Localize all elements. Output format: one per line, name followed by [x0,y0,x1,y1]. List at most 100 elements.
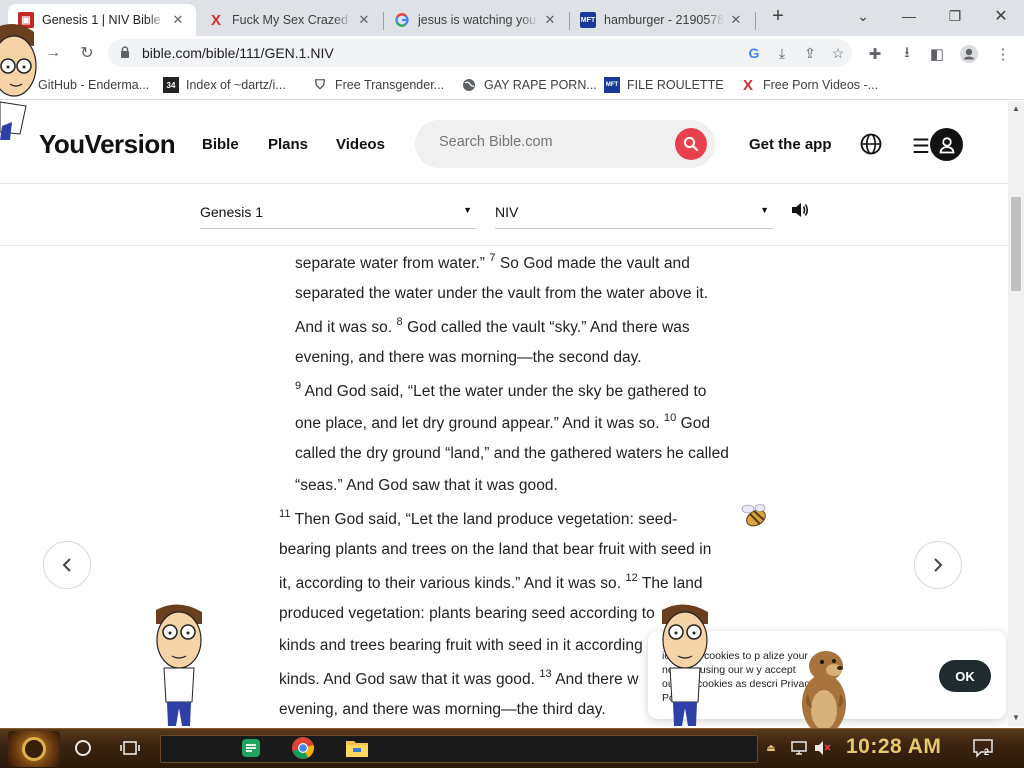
notification-center-icon[interactable]: 2 [970,735,996,761]
tab-3[interactable]: jesus is watching you ✕ [384,4,568,36]
extensions-puzzle-icon[interactable]: ✚ [862,41,888,67]
bookmark-label: Index of ~dartz/i... [186,78,286,92]
tray-overflow-icon[interactable]: ⏏ [763,735,779,761]
language-globe-icon[interactable] [859,132,883,156]
search-button[interactable] [675,128,707,160]
audio-speaker-icon[interactable] [790,201,810,224]
verse-line: kinds and trees bearing fruit with seed … [279,637,643,655]
start-orb-icon [22,737,46,761]
new-tab-button[interactable]: + [764,0,792,32]
nav-videos[interactable]: Videos [336,136,385,153]
caret-down-icon: ▼ [463,205,472,215]
verse-text-segment: called the dry ground “land,” and the ga… [295,445,729,462]
start-button[interactable] [8,731,60,767]
bookmark-label: GAY RAPE PORN... [484,78,597,92]
bookmark-star-icon[interactable]: ☆ [824,39,852,67]
file-explorer-icon[interactable] [344,735,370,761]
downloads-icon[interactable]: ⭳ [894,41,920,67]
x-red-icon: X [742,76,753,94]
close-window-button[interactable]: ✕ [978,0,1024,32]
browser-menu-icon[interactable]: ⋮ [990,41,1016,67]
verse-text-segment: kinds and trees bearing fruit with seed … [279,637,643,654]
chevron-right-icon [934,558,943,572]
bookmark-item[interactable]: 34 Index of ~dartz/i... [163,76,286,94]
mft-icon: MFT [604,77,620,93]
restore-button[interactable]: ❐ [932,0,978,32]
verse-line: separate water from water.” 7 So God mad… [295,252,690,273]
verse-line: separated the water under the vault from… [295,285,708,303]
caret-down-icon: ▼ [760,205,769,215]
bookmark-item[interactable]: X Free Porn Videos -... [740,76,878,94]
taskbar-clock[interactable]: 10:28 AM [846,735,941,759]
bookmark-item[interactable]: MFT FILE ROULETTE [604,76,724,94]
tab-2[interactable]: X Fuck My Sex Crazed ✕ [198,4,382,36]
bookmark-item[interactable]: GAY RAPE PORN... [461,76,597,94]
chapter-select-value: Genesis 1 [200,204,264,220]
tab-close-icon[interactable]: ✕ [728,12,744,28]
minimize-button[interactable]: — [886,0,932,32]
nav-bible[interactable]: Bible [202,136,239,153]
forward-icon[interactable]: → [40,40,66,66]
tab-search-chevron-icon[interactable]: ⌄ [840,0,886,32]
bookmark-item[interactable]: GitHub - Enderma... [38,76,149,94]
browser-tab-strip: ▣ Genesis 1 | NIV Bible ✕ X Fuck My Sex … [0,0,1024,36]
next-chapter-button[interactable] [914,541,962,589]
verse-number: 7 [489,252,496,264]
version-select[interactable]: NIV ▼ [495,201,773,229]
web-page: YouVersion Bible Plans Videos Get the ap… [0,101,1008,726]
install-app-icon[interactable]: ⤓ [768,39,796,67]
scroll-down-icon[interactable]: ▼ [1012,713,1020,722]
get-the-app-link[interactable]: Get the app [749,136,832,153]
reload-icon[interactable]: ↻ [74,40,100,66]
browser-toolbar: → ↻ bible.com/bible/111/GEN.1.NIV G ⤓ ⇪ … [0,36,1024,70]
nav-plans[interactable]: Plans [268,136,308,153]
hamburger-menu-icon[interactable]: ☰ [912,134,930,159]
user-icon [939,136,954,153]
cookie-line: nce. By using our w y accept [662,664,796,676]
yugioh-icon: 34 [163,77,179,93]
tab-title: jesus is watching you [418,13,537,27]
bookmark-label: Free Porn Videos -... [763,78,879,92]
verse-text-segment: one place, and let dry ground appear.” A… [295,415,664,433]
verse-text-segment: evening, and there was morning—the third… [279,701,606,718]
site-header: YouVersion Bible Plans Videos Get the ap… [0,101,1008,184]
user-avatar-button[interactable] [930,128,963,161]
verse-text-segment: separate water from water.” [295,255,490,273]
page-scrollbar[interactable]: ▲ ▼ [1008,101,1024,726]
tab-close-icon[interactable]: ✕ [170,12,186,28]
verse-text-segment: separated the water under the vault from… [295,285,709,302]
scroll-up-icon[interactable]: ▲ [1012,104,1020,113]
version-select-value: NIV [495,204,519,220]
search-input[interactable] [439,134,669,150]
cookie-line: ion uses cookies to p alize your [662,650,808,662]
sheets-app-icon[interactable] [238,735,264,761]
profile-avatar-icon[interactable] [956,41,982,67]
chevron-left-icon [62,558,71,572]
cookie-line: ou e of cookies as descri Privacy [662,678,815,690]
bookmark-label: FILE ROULETTE [627,78,724,92]
volume-muted-icon[interactable] [810,735,836,761]
tab-4[interactable]: MFT hamburger - 2190578 ✕ [570,4,754,36]
network-icon[interactable] [786,735,812,761]
chrome-app-icon[interactable] [290,735,316,761]
youversion-logo[interactable]: YouVersion [39,129,176,160]
bible-icon: ▣ [18,12,34,28]
google-icon [394,12,410,28]
address-bar[interactable]: bible.com/bible/111/GEN.1.NIV G ⤓ ⇪ ☆ [108,39,852,67]
tab-close-icon[interactable]: ✕ [356,12,372,28]
google-translate-icon[interactable]: G [740,39,768,67]
chapter-select[interactable]: Genesis 1 ▼ [200,201,476,229]
share-icon[interactable]: ⇪ [796,39,824,67]
previous-chapter-button[interactable] [43,541,91,589]
verse-number: 11 [279,508,291,520]
cortana-search-icon[interactable] [70,735,96,761]
cookie-ok-button[interactable]: OK [939,660,991,692]
tab-genesis[interactable]: ▣ Genesis 1 | NIV Bible ✕ [8,4,196,36]
bookmark-item[interactable]: ⛉ Free Transgender... [312,76,444,94]
scroll-thumb[interactable] [1011,197,1021,291]
verse-number: 12 [625,572,638,584]
tab-close-icon[interactable]: ✕ [542,12,558,28]
side-panel-icon[interactable]: ◧ [924,41,950,67]
url-text: bible.com/bible/111/GEN.1.NIV [142,45,334,61]
task-view-icon[interactable] [117,735,143,761]
